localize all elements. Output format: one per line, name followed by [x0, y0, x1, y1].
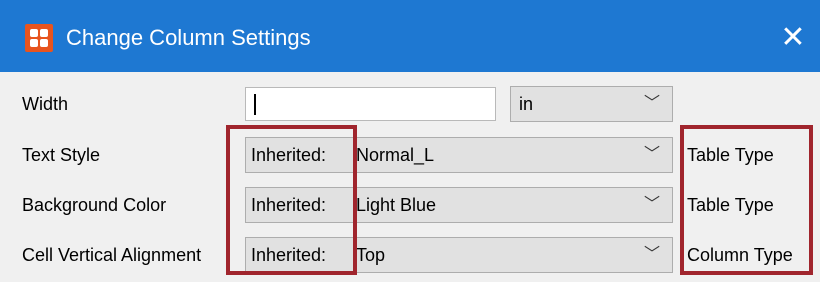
width-label: Width: [22, 94, 69, 114]
text-style-label: Text Style: [22, 145, 101, 165]
chevron-down-icon: ﹀: [643, 196, 660, 213]
close-icon[interactable]: ✕: [774, 20, 812, 56]
background-color-value: Light Blue: [356, 195, 437, 215]
chevron-down-icon: ﹀: [643, 95, 660, 112]
unit-select[interactable]: in ﹀: [510, 86, 673, 122]
change-column-settings-dialog: Change Column Settings ✕ Width in ﹀ Text…: [0, 0, 820, 282]
width-input[interactable]: [245, 87, 496, 121]
title-bar: Change Column Settings ✕: [0, 0, 820, 72]
background-color-label: Background Color: [22, 195, 167, 215]
text-style-value: Normal_L: [356, 145, 435, 165]
chevron-down-icon: ﹀: [643, 146, 660, 163]
cell-vertical-alignment-value: Top: [356, 245, 386, 265]
text-caret: [254, 94, 256, 115]
unit-value: in: [519, 94, 534, 114]
cell-vertical-alignment-label: Cell Vertical Alignment: [22, 245, 202, 265]
app-grid-icon: [25, 24, 53, 52]
chevron-down-icon: ﹀: [643, 246, 660, 263]
dialog-title: Change Column Settings: [66, 25, 311, 50]
source-highlight-box: [680, 125, 813, 275]
inherited-highlight-box: [226, 125, 357, 275]
